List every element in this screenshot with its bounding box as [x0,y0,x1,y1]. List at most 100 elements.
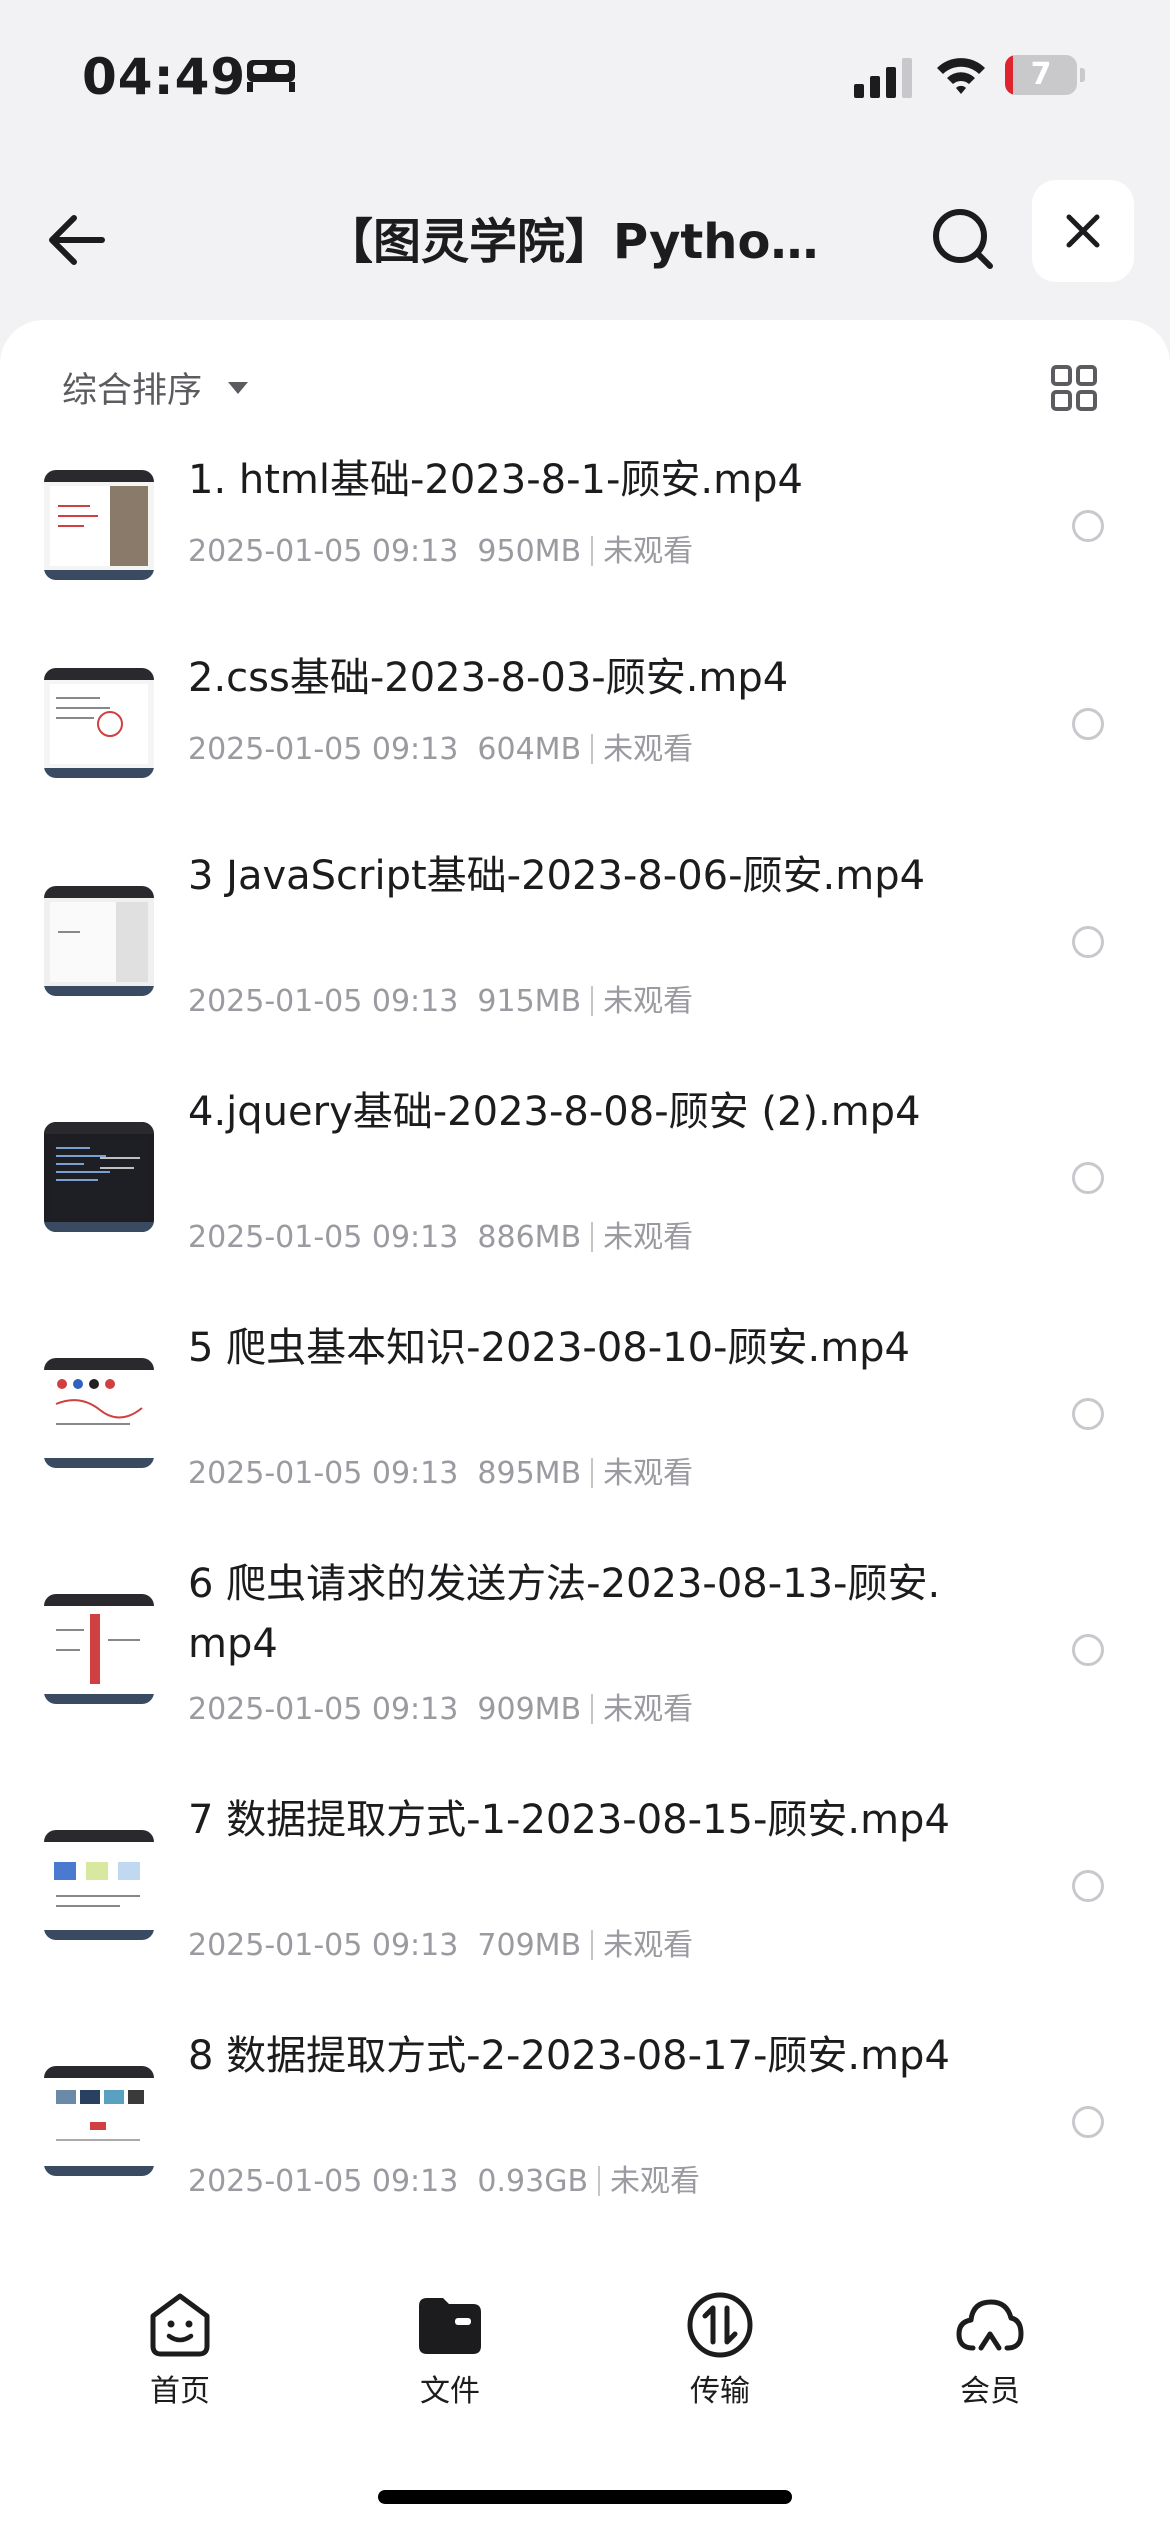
close-icon [1066,214,1100,248]
file-date: 2025-01-05 09:13 [188,732,459,767]
video-thumbnail [44,2066,154,2176]
tab-files[interactable]: 文件 [370,2290,530,2410]
list-item[interactable]: 5 爬虫基本知识-2023-08-10-顾安.mp4 2025-01-05 09… [0,1308,1170,1544]
file-date: 2025-01-05 09:13 [188,1220,459,1255]
navigation-bar: 【图灵学院】Python... [0,150,1170,320]
watch-status: 未观看 [603,1692,694,1727]
status-bar: 04:49 7 [0,0,1170,150]
watch-status: 未观看 [603,1928,694,1963]
file-meta: 2025-01-05 09:13 709MB 未观看 [188,1920,693,1964]
file-size: 0.93GB [477,2164,589,2199]
divider [591,1222,594,1252]
file-date: 2025-01-05 09:13 [188,2164,459,2199]
smile-home-icon [150,2293,210,2357]
file-meta: 2025-01-05 09:13 915MB 未观看 [188,976,693,1020]
file-list: 1. html基础-2023-8-1-顾安.mp4 2025-01-05 09:… [0,440,1170,2252]
file-size: 909MB [477,1692,582,1727]
file-size: 604MB [477,732,582,767]
list-item[interactable]: 7 数据提取方式-1-2023-08-15-顾安.mp4 2025-01-05 … [0,1780,1170,2016]
file-meta: 2025-01-05 09:13 909MB 未观看 [188,1684,693,1728]
cloud-icon [956,2299,1024,2351]
tab-transfer-label: 传输 [690,2374,750,2409]
transfer-icon [687,2292,753,2358]
battery-indicator: 7 [1005,55,1085,97]
tab-member-label: 会员 [960,2374,1020,2409]
divider [591,536,594,566]
folder-icon [419,2298,481,2354]
battery-level: 7 [1030,57,1052,92]
file-meta: 2025-01-05 09:13 895MB 未观看 [188,1448,693,1492]
divider [598,2166,601,2196]
video-thumbnail [44,1594,154,1704]
watch-status: 未观看 [603,1456,694,1491]
watch-status: 未观看 [610,2164,701,2199]
page-title: 【图灵学院】Python... [325,214,845,270]
home-indicator[interactable] [378,2490,792,2504]
video-thumbnail [44,886,154,996]
status-time: 04:49 [82,48,247,106]
file-name: 8 数据提取方式-2-2023-08-17-顾安.mp4 [188,2033,950,2079]
file-date: 2025-01-05 09:13 [188,1456,459,1491]
watch-status: 未观看 [603,1220,694,1255]
video-thumbnail [44,668,154,778]
caret-down-icon[interactable] [228,382,248,394]
file-size: 950MB [477,534,582,569]
sleep-focus-icon [247,60,295,92]
select-checkbox[interactable] [1072,510,1104,542]
file-name: 7 数据提取方式-1-2023-08-15-顾安.mp4 [188,1797,950,1843]
select-checkbox[interactable] [1072,1398,1104,1430]
file-meta: 2025-01-05 09:13 604MB 未观看 [188,724,693,768]
select-checkbox[interactable] [1072,708,1104,740]
file-date: 2025-01-05 09:13 [188,534,459,569]
tab-home-label: 首页 [150,2374,210,2409]
select-checkbox[interactable] [1072,1162,1104,1194]
divider [591,734,594,764]
tab-transfer[interactable]: 传输 [640,2290,800,2410]
file-name: 5 爬虫基本知识-2023-08-10-顾安.mp4 [188,1325,911,1371]
divider [591,986,594,1016]
file-date: 2025-01-05 09:13 [188,1692,459,1727]
list-item[interactable]: 6 爬虫请求的发送方法-2023-08-13-顾安.mp4 2025-01-05… [0,1544,1170,1780]
watch-status: 未观看 [603,732,694,767]
wifi-icon [937,58,985,94]
list-item[interactable]: 2.css基础-2023-8-03-顾安.mp4 2025-01-05 09:1… [0,638,1170,836]
file-size: 915MB [477,984,582,1019]
file-name: 1. html基础-2023-8-1-顾安.mp4 [188,457,803,503]
file-meta: 2025-01-05 09:13 886MB 未观看 [188,1212,693,1256]
file-name: 4.jquery基础-2023-8-08-顾安 (2).mp4 [188,1089,921,1135]
divider [591,1458,594,1488]
file-size: 895MB [477,1456,582,1491]
file-meta: 2025-01-05 09:13 0.93GB 未观看 [188,2156,700,2200]
select-checkbox[interactable] [1072,926,1104,958]
watch-status: 未观看 [603,984,694,1019]
file-name: 3 JavaScript基础-2023-8-06-顾安.mp4 [188,853,926,899]
file-date: 2025-01-05 09:13 [188,984,459,1019]
file-name: 6 爬虫请求的发送方法-2023-08-13-顾安.mp4 [188,1561,941,1667]
select-checkbox[interactable] [1072,1870,1104,1902]
video-thumbnail [44,470,154,580]
file-date: 2025-01-05 09:13 [188,1928,459,1963]
file-meta: 2025-01-05 09:13 950MB 未观看 [188,526,693,570]
file-name: 2.css基础-2023-8-03-顾安.mp4 [188,655,789,701]
divider [591,1694,594,1724]
tab-member[interactable]: 会员 [910,2290,1070,2410]
file-size: 886MB [477,1220,582,1255]
list-item[interactable]: 8 数据提取方式-2-2023-08-17-顾安.mp4 2025-01-05 … [0,2016,1170,2252]
close-button[interactable] [1032,180,1134,282]
sort-dropdown[interactable]: 综合排序 [62,362,202,413]
back-arrow-icon[interactable] [40,200,120,280]
tab-home[interactable]: 首页 [100,2290,260,2410]
search-icon[interactable] [922,198,1002,278]
divider [591,1930,594,1960]
grid-view-icon[interactable] [1050,364,1098,412]
list-item[interactable]: 1. html基础-2023-8-1-顾安.mp4 2025-01-05 09:… [0,440,1170,638]
list-item[interactable]: 4.jquery基础-2023-8-08-顾安 (2).mp4 2025-01-… [0,1072,1170,1308]
tab-files-label: 文件 [420,2374,480,2409]
select-checkbox[interactable] [1072,1634,1104,1666]
cellular-signal-icon [854,58,912,98]
file-size: 709MB [477,1928,582,1963]
list-item[interactable]: 3 JavaScript基础-2023-8-06-顾安.mp4 2025-01-… [0,836,1170,1072]
select-checkbox[interactable] [1072,2106,1104,2138]
video-thumbnail [44,1358,154,1468]
file-list-sheet: 综合排序 1. html基础-2023-8-1-顾安.mp4 2025-01-0… [0,320,1170,2532]
